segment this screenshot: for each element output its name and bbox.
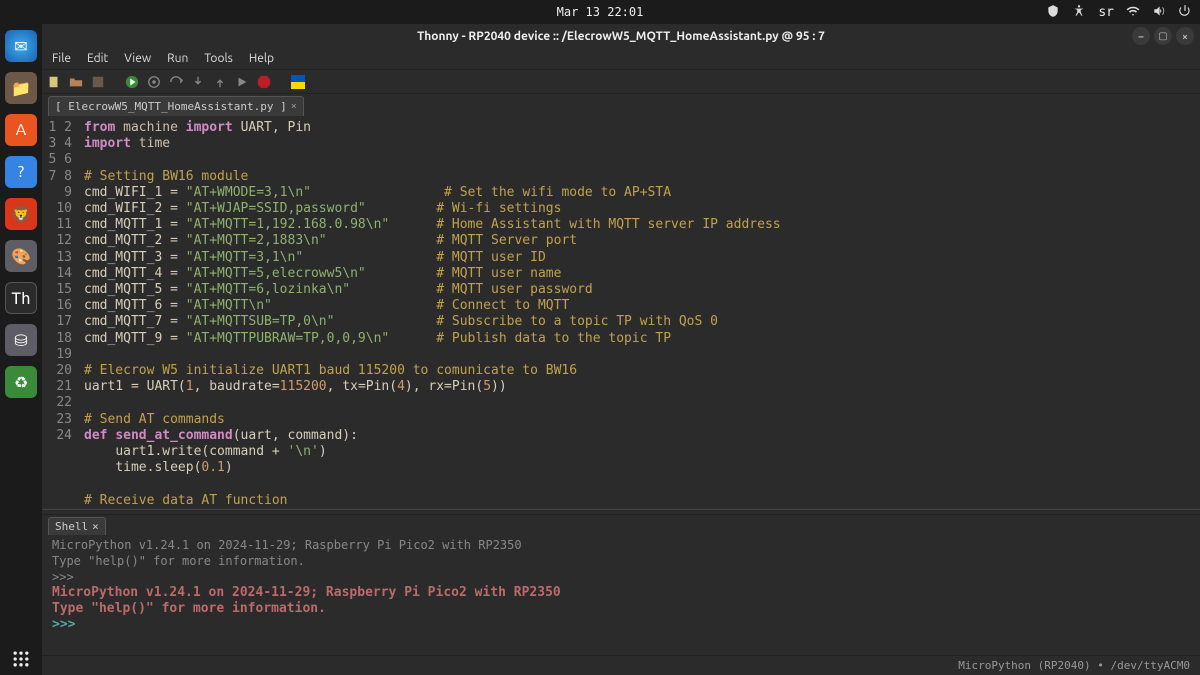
clock: Mar 13 22:01 (557, 5, 644, 19)
shell-tab-close-icon[interactable]: × (92, 520, 99, 533)
editor-tab-active[interactable]: [ ElecrowW5_MQTT_HomeAssistant.py ] × (48, 96, 304, 116)
volume-icon[interactable] (1152, 4, 1166, 21)
step-out-button[interactable] (212, 74, 228, 90)
dock-app-gimp[interactable]: 🎨 (5, 240, 37, 272)
shell-tab-label: Shell (55, 520, 88, 533)
support-ukraine-icon[interactable] (290, 74, 306, 90)
shell-panel[interactable]: MicroPython v1.24.1 on 2024-11-29; Raspb… (42, 535, 1200, 655)
dock-app-brave[interactable]: 🦁 (5, 198, 37, 230)
code-area[interactable]: from machine import UART, Pin import tim… (80, 116, 1200, 509)
menu-view[interactable]: View (118, 50, 157, 67)
power-icon[interactable] (1178, 4, 1192, 21)
dock-show-apps[interactable] (5, 643, 37, 675)
status-device[interactable]: MicroPython (RP2040) • /dev/ttyACM0 (958, 659, 1190, 672)
debug-button[interactable] (146, 74, 162, 90)
editor-tab-label: [ ElecrowW5_MQTT_HomeAssistant.py ] (55, 100, 287, 113)
wifi-icon[interactable] (1126, 4, 1140, 21)
system-tray: sr (1046, 0, 1192, 24)
window-maximize-button[interactable]: ▢ (1154, 27, 1172, 45)
dock-app-help[interactable]: ? (5, 156, 37, 188)
shell-line: MicroPython v1.24.1 on 2024-11-29; Raspb… (52, 585, 1200, 601)
dock-app-thunderbird[interactable]: ✉ (5, 30, 37, 62)
shell-line: Type "help()" for more information. (52, 601, 1200, 617)
dock: ✉ 📁 A ? 🦁 🎨 Th ⛁ ♻ (0, 24, 42, 675)
dock-app-files[interactable]: 📁 (5, 72, 37, 104)
window-close-button[interactable]: × (1176, 27, 1194, 45)
thonny-window: Thonny - RP2040 device :: /ElecrowW5_MQT… (42, 24, 1200, 675)
dock-app-software[interactable]: A (5, 114, 37, 146)
new-file-button[interactable] (46, 74, 62, 90)
accessibility-icon[interactable] (1072, 4, 1086, 21)
line-number-gutter: 1 2 3 4 5 6 7 8 9 10 11 12 13 14 15 16 1… (42, 116, 80, 509)
code-editor[interactable]: 1 2 3 4 5 6 7 8 9 10 11 12 13 14 15 16 1… (42, 116, 1200, 509)
shell-prompt[interactable]: >>> (52, 617, 1200, 633)
system-top-bar: Mar 13 22:01 sr (0, 0, 1200, 24)
editor-tabs: [ ElecrowW5_MQTT_HomeAssistant.py ] × (42, 94, 1200, 116)
window-minimize-button[interactable]: – (1132, 27, 1150, 45)
stop-button[interactable] (256, 74, 272, 90)
menubar: File Edit View Run Tools Help (42, 48, 1200, 70)
dock-app-disk[interactable]: ⛁ (5, 324, 37, 356)
shell-tab[interactable]: Shell × (48, 517, 106, 535)
menu-run[interactable]: Run (161, 50, 194, 67)
editor-tab-close-icon[interactable]: × (291, 101, 297, 112)
shell-line: Type "help()" for more information. (52, 553, 1200, 569)
shield-icon[interactable] (1046, 4, 1060, 21)
dock-app-trash[interactable]: ♻ (5, 366, 37, 398)
window-titlebar: Thonny - RP2040 device :: /ElecrowW5_MQT… (42, 24, 1200, 48)
run-button[interactable] (124, 74, 140, 90)
menu-edit[interactable]: Edit (81, 50, 114, 67)
shell-line: MicroPython v1.24.1 on 2024-11-29; Raspb… (52, 537, 1200, 553)
resume-button[interactable] (234, 74, 250, 90)
menu-tools[interactable]: Tools (198, 50, 239, 67)
menu-file[interactable]: File (46, 50, 77, 67)
toolbar (42, 70, 1200, 94)
status-bar[interactable]: MicroPython (RP2040) • /dev/ttyACM0 (42, 655, 1200, 675)
save-file-button[interactable] (90, 74, 106, 90)
keyboard-layout-indicator[interactable]: sr (1098, 5, 1114, 20)
step-over-button[interactable] (168, 74, 184, 90)
dock-app-thonny[interactable]: Th (5, 282, 37, 314)
shell-line: >>> (52, 569, 1200, 585)
step-into-button[interactable] (190, 74, 206, 90)
shell-tabs: Shell × (42, 515, 1200, 535)
menu-help[interactable]: Help (243, 50, 280, 67)
window-title: Thonny - RP2040 device :: /ElecrowW5_MQT… (417, 30, 825, 43)
open-file-button[interactable] (68, 74, 84, 90)
